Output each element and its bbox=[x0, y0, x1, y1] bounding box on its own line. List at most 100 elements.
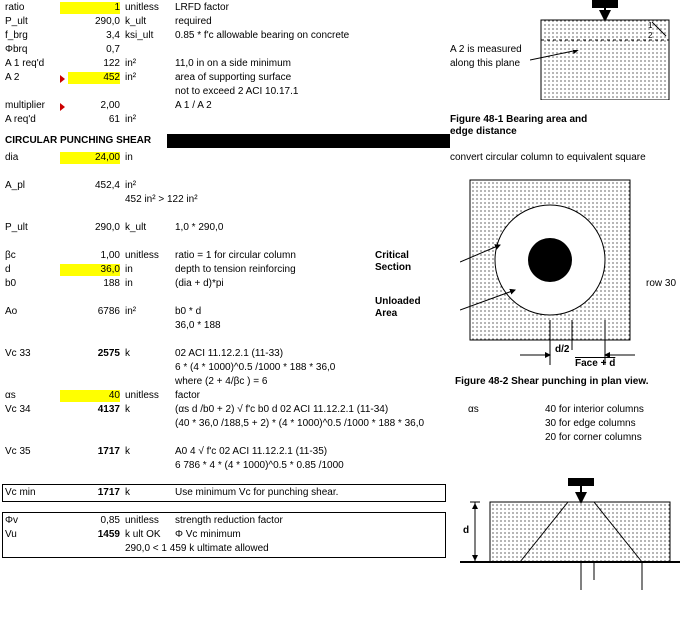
value-ratio: 1 bbox=[60, 2, 120, 14]
value-phiv: 0,85 bbox=[60, 515, 120, 527]
unit-alphas: unitless bbox=[125, 390, 170, 402]
label-areq: A req'd bbox=[5, 114, 60, 126]
alphas-side-3: 20 for corner columns bbox=[545, 432, 642, 444]
note-a2b: not to exceed 2 ACI 10.17.1 bbox=[175, 86, 445, 98]
fig2-critical: Critical bbox=[375, 250, 409, 262]
label-d: d bbox=[5, 264, 60, 276]
label-phibrg: Φbrq bbox=[5, 44, 60, 56]
note-ao2: 36,0 * 188 bbox=[175, 320, 445, 332]
value-pult2: 290,0 bbox=[60, 222, 120, 234]
note-fbrg: 0.85 * f'c allowable bearing on concrete bbox=[175, 30, 475, 42]
value-ao: 6786 bbox=[60, 306, 120, 318]
note-vc33-2: 6 * (4 * 1000)^0.5 /1000 * 188 * 36,0 bbox=[175, 362, 445, 374]
unit-vc34: k bbox=[125, 404, 170, 416]
unit-areq: in² bbox=[125, 114, 170, 126]
section-title: CIRCULAR PUNCHING SHEAR bbox=[5, 135, 151, 146]
label-b0: b0 bbox=[5, 278, 60, 290]
unit-apl: in² bbox=[125, 180, 170, 192]
fig1-cap1: Figure 48-1 Bearing area and bbox=[450, 114, 587, 126]
section-header: CIRCULAR PUNCHING SHEAR bbox=[2, 134, 450, 148]
label-vcmin: Vc min bbox=[5, 487, 60, 499]
note-vcmin: Use minimum Vc for punching shear. bbox=[175, 487, 445, 499]
unit-fbrg: ksi_ult bbox=[125, 30, 170, 42]
unit-vc35: k bbox=[125, 446, 170, 458]
value-apl: 452,4 bbox=[60, 180, 120, 192]
label-fbrg: f_brg bbox=[5, 30, 60, 42]
label-dia: dia bbox=[5, 152, 60, 164]
unit-vc33: k bbox=[125, 348, 170, 360]
label-apl: A_pl bbox=[5, 180, 60, 192]
value-alphas: 40 bbox=[60, 390, 120, 402]
label-mult: multiplier bbox=[5, 100, 60, 112]
tri-a2 bbox=[60, 75, 65, 83]
note-vu1: Φ Vc minimum bbox=[175, 529, 445, 541]
apl-check: 452 in² > 122 in² bbox=[125, 194, 198, 206]
label-pult2: P_ult bbox=[5, 222, 60, 234]
note-a1req: 11,0 in on a side minimum bbox=[175, 58, 445, 70]
fig2-area: Area bbox=[375, 308, 397, 320]
unit-b0: in bbox=[125, 278, 170, 290]
value-vu: 1459 bbox=[60, 529, 120, 541]
label-pult: P_ult bbox=[5, 16, 60, 28]
page: ratio 1 unitless LRFD factor P_ult 290,0… bbox=[0, 0, 690, 641]
label-vc34: Vc 34 bbox=[5, 404, 60, 416]
fig3-d: d bbox=[463, 525, 469, 537]
label-phiv: Φv bbox=[5, 515, 60, 527]
unit-d: in bbox=[125, 264, 170, 276]
value-d: 36,0 bbox=[60, 264, 120, 276]
alphas-side-1: 40 for interior columns bbox=[545, 404, 644, 416]
unit-ratio: unitless bbox=[125, 2, 170, 14]
unit-pult: k_ult bbox=[125, 16, 170, 28]
value-a1req: 122 bbox=[60, 58, 120, 70]
value-vcmin: 1717 bbox=[60, 487, 120, 499]
note-dia-right: convert circular column to equivalent sq… bbox=[450, 152, 646, 164]
note-phiv: strength reduction factor bbox=[175, 515, 445, 527]
fig2-unloaded: Unloaded bbox=[375, 296, 421, 308]
leader-fig1 bbox=[530, 50, 580, 70]
label-ao: Ao bbox=[5, 306, 60, 318]
unit-pult2: k_ult bbox=[125, 222, 170, 234]
label-a1req: A 1 req'd bbox=[5, 58, 60, 70]
section-bar bbox=[167, 134, 450, 148]
unit-dia: in bbox=[125, 152, 170, 164]
note-vu2: 290,0 < 1 459 k ultimate allowed bbox=[125, 543, 269, 555]
label-vc35: Vc 35 bbox=[5, 446, 60, 458]
alphas-side-2: 30 for edge columns bbox=[545, 418, 636, 430]
value-a2: 452 bbox=[68, 72, 120, 84]
unit-ao: in² bbox=[125, 306, 170, 318]
note-vc33-1: 02 ACI 11.12.2.1 (11-33) bbox=[175, 348, 445, 360]
note-pult: required bbox=[175, 16, 445, 28]
label-betac: βc bbox=[5, 250, 60, 262]
unit-vcmin: k bbox=[125, 487, 170, 499]
value-pult: 290,0 bbox=[60, 16, 120, 28]
svg-text:2: 2 bbox=[648, 31, 653, 40]
value-fbrg: 3,4 bbox=[60, 30, 120, 42]
row-30-label: row 30 bbox=[646, 278, 676, 289]
note-a2: area of supporting surface bbox=[175, 72, 445, 84]
note-vc34-1: (αs d /b0 + 2) √ f'c b0 d 02 ACI 11.12.2… bbox=[175, 404, 465, 416]
unit-betac: unitless bbox=[125, 250, 170, 262]
label-alphas: αs bbox=[5, 390, 60, 402]
value-dia: 24,00 bbox=[60, 152, 120, 164]
unit-a1req: in² bbox=[125, 58, 170, 70]
label-ratio: ratio bbox=[5, 2, 60, 14]
figure-48-2 bbox=[460, 170, 650, 370]
fig2-caption: Figure 48-2 Shear punching in plan view. bbox=[455, 376, 675, 388]
label-vu: Vu bbox=[5, 529, 60, 541]
note-vc33-3: where (2 + 4/βc ) = 6 bbox=[175, 376, 445, 388]
unit-vu: k ult OK bbox=[125, 529, 180, 541]
note-vc35-2: 6 786 * 4 * (4 * 1000)^0.5 * 0.85 /1000 bbox=[175, 460, 465, 472]
note-ratio: LRFD factor bbox=[175, 2, 445, 14]
unit-a2: in² bbox=[125, 72, 170, 84]
note-b0: (dia + d)*pi bbox=[175, 278, 445, 290]
note-pult2: 1,0 * 290,0 bbox=[175, 222, 445, 234]
figure-elevation bbox=[460, 472, 680, 592]
value-phibrg: 0,7 bbox=[60, 44, 120, 56]
value-b0: 188 bbox=[60, 278, 120, 290]
label-vc33: Vc 33 bbox=[5, 348, 60, 360]
fig1-cap2: edge distance bbox=[450, 126, 517, 138]
unit-phiv: unitless bbox=[125, 515, 170, 527]
value-vc35: 1717 bbox=[60, 446, 120, 458]
fig2-section: Section bbox=[375, 262, 411, 274]
note-vc34-2: (40 * 36,0 /188,5 + 2) * (4 * 1000)^0.5 … bbox=[175, 418, 465, 430]
